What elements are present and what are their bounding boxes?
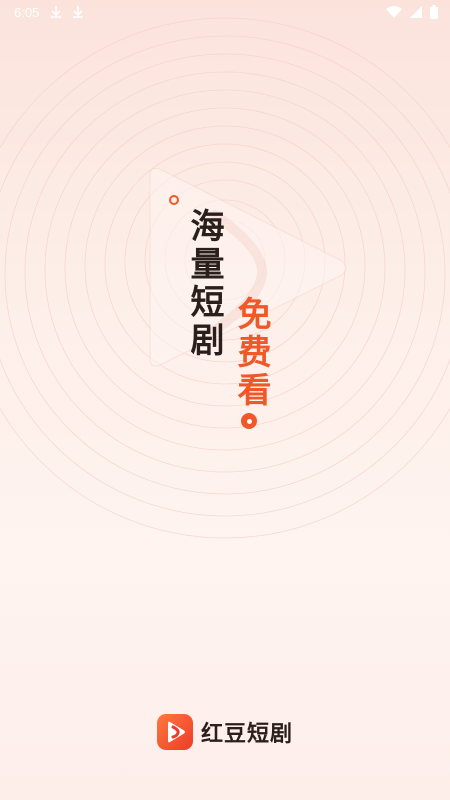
accent-ring-dot <box>169 195 179 205</box>
brand-name: 红豆短剧 <box>200 722 293 747</box>
signal-icon <box>410 6 422 18</box>
splash-play-shape <box>149 167 347 367</box>
status-time: 6:05 <box>14 4 40 20</box>
brand-footer: 红豆短剧 <box>0 712 450 752</box>
status-bar: 6:05 <box>0 0 450 24</box>
slogan-accent: 免费看 <box>231 296 271 410</box>
slogan-primary: 海量短剧 <box>184 208 224 360</box>
play-logo-icon <box>156 714 193 750</box>
wifi-icon <box>386 6 402 18</box>
play-dot-icon <box>241 413 257 429</box>
download-icon <box>73 6 84 18</box>
download-icon <box>51 6 62 18</box>
battery-icon <box>430 5 438 19</box>
